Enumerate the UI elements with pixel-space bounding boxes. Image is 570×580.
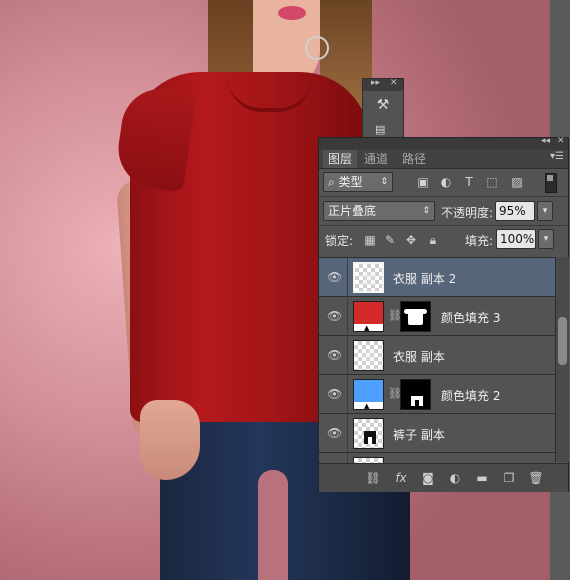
panel-toggle-icon[interactable]: ▤	[375, 123, 391, 137]
photo-earring	[305, 36, 329, 60]
scrollbar-thumb[interactable]	[558, 317, 567, 365]
tee-mask-shape	[404, 309, 427, 325]
divider	[347, 453, 348, 463]
lock-transparency-icon[interactable]: ▦	[363, 233, 377, 247]
opacity-input[interactable]: 95%	[495, 201, 535, 221]
layer-name[interactable]: 裤子 副本	[393, 426, 445, 443]
divider	[347, 414, 348, 453]
photo-leg-gap	[258, 470, 288, 580]
mask-link-icon[interactable]: ⛓	[388, 309, 402, 323]
tab-channels[interactable]: 通道	[359, 150, 393, 168]
close-panel-icon[interactable]: ✕	[557, 136, 565, 146]
divider	[347, 375, 348, 414]
layer-name[interactable]: 衣服 副本	[393, 348, 445, 365]
image-filter-icon[interactable]: ▣	[415, 174, 431, 190]
mask-link-icon[interactable]: ⛓	[388, 387, 402, 401]
pants-shape-thumb	[364, 431, 376, 444]
new-group-icon[interactable]: ▬	[474, 470, 490, 486]
close-dock-icon[interactable]: ✕	[390, 78, 398, 88]
dock-titlebar[interactable]: ▸▸ ✕	[363, 78, 403, 91]
fill-input[interactable]: 100%	[496, 229, 536, 249]
layer-row[interactable]: 👁︎ 裤子 副本	[319, 414, 555, 453]
color-fill-thumbnail[interactable]	[353, 301, 384, 332]
opacity-slider-button[interactable]: ▾	[537, 201, 553, 221]
updown-icon: ⇕	[422, 206, 430, 216]
panel-menu-icon[interactable]: ▾☰	[550, 151, 564, 162]
pants-mask-shape	[411, 396, 423, 406]
layer-mask-thumbnail[interactable]	[400, 379, 431, 410]
collapsed-panel-dock[interactable]: ▸▸ ✕ ⚒ ▤	[362, 78, 404, 144]
new-layer-icon[interactable]: ❐	[501, 470, 517, 486]
layers-bottom-toolbar: ⛓ fx ◙ ◐ ▬ ❐ 🗑︎	[319, 463, 568, 492]
color-fill-thumbnail[interactable]	[353, 379, 384, 410]
divider	[347, 258, 348, 297]
layers-panel: ◂◂ ✕ 图层 通道 路径 ▾☰ ⌕ 类型 ⇕ ▣ ◐ T ⬚ ▨ 正片叠底 ⇕ 不…	[318, 136, 569, 492]
tab-layers[interactable]: 图层	[323, 150, 358, 168]
layer-filter-select[interactable]: ⌕ 类型 ⇕	[323, 172, 393, 192]
visibility-eye-icon[interactable]: 👁︎	[327, 348, 342, 362]
divider	[319, 225, 568, 226]
collapse-panel-icon[interactable]: ◂◂	[541, 136, 550, 146]
visibility-eye-icon[interactable]: 👁︎	[327, 387, 342, 401]
layer-thumbnail[interactable]	[353, 262, 384, 293]
divider	[347, 297, 348, 336]
shape-filter-icon[interactable]: ⬚	[484, 174, 500, 190]
search-icon: ⌕	[328, 175, 339, 189]
add-mask-icon[interactable]: ◙	[420, 470, 436, 486]
blend-mode-select[interactable]: 正片叠底 ⇕	[323, 201, 435, 221]
visibility-eye-icon[interactable]: 👁︎	[327, 426, 342, 440]
expand-panels-icon[interactable]: ▸▸	[371, 78, 380, 88]
layer-row[interactable]: 👁︎ 衣服 副本	[319, 336, 555, 375]
layer-name[interactable]: 颜色填充 3	[441, 309, 500, 326]
updown-icon: ⇕	[380, 177, 388, 187]
layer-name[interactable]: 衣服 副本 2	[393, 270, 456, 287]
smart-object-filter-icon[interactable]: ▨	[509, 174, 525, 190]
divider	[347, 336, 348, 375]
layer-row[interactable]: 👁︎ ⛓ 颜色填充 2	[319, 375, 555, 414]
panel-tabs: 图层 通道 路径 ▾☰	[319, 150, 568, 169]
brush-presets-icon[interactable]: ⚒	[373, 97, 393, 117]
visibility-eye-icon[interactable]: 👁︎	[327, 270, 342, 284]
layer-list-scrollbar[interactable]	[555, 257, 569, 462]
type-filter-icon[interactable]: T	[461, 174, 477, 190]
layer-row[interactable]: 👁︎ 衣服 副本 2	[319, 258, 555, 297]
tab-paths[interactable]: 路径	[397, 150, 431, 168]
lock-pixels-icon[interactable]: ✎	[383, 233, 397, 247]
filter-kind-label: 类型	[338, 175, 363, 189]
lock-position-icon[interactable]: ✥	[404, 233, 418, 247]
layer-name[interactable]: 颜色填充 2	[441, 387, 500, 404]
link-layers-icon[interactable]: ⛓	[365, 470, 381, 486]
fill-slider-button[interactable]: ▾	[538, 229, 554, 249]
visibility-eye-icon[interactable]: 👁︎	[327, 309, 342, 323]
lock-all-icon[interactable]: 🔒︎	[426, 233, 440, 247]
shirt-shape-thumb	[364, 272, 376, 286]
delete-layer-icon[interactable]: 🗑︎	[528, 470, 544, 486]
opacity-label: 不透明度:	[441, 206, 494, 220]
shirt-shape-thumb	[363, 349, 375, 363]
divider	[319, 196, 568, 197]
layer-row[interactable]	[319, 453, 555, 463]
layer-list: 👁︎ 衣服 副本 2 👁︎ ⛓ 颜色填充 3 👁︎ 衣服 副本 👁︎ ⛓ 颜色填…	[319, 257, 555, 463]
photo-shirt-sleeve	[113, 83, 197, 193]
new-adjustment-icon[interactable]: ◐	[447, 470, 463, 486]
lock-label: 锁定:	[325, 234, 354, 248]
panel-titlebar[interactable]: ◂◂ ✕	[319, 136, 568, 150]
blend-mode-value: 正片叠底	[328, 204, 377, 218]
fill-label: 填充:	[465, 234, 494, 248]
layer-thumbnail[interactable]	[353, 340, 384, 371]
filter-toggle-switch[interactable]	[545, 173, 557, 193]
layer-mask-thumbnail[interactable]	[400, 301, 431, 332]
adjustment-filter-icon[interactable]: ◐	[438, 174, 454, 190]
layer-thumbnail[interactable]	[353, 418, 384, 449]
layer-row[interactable]: 👁︎ ⛓ 颜色填充 3	[319, 297, 555, 336]
photo-lips	[278, 6, 306, 20]
photo-hand	[140, 400, 200, 480]
fx-icon[interactable]: fx	[393, 470, 409, 486]
